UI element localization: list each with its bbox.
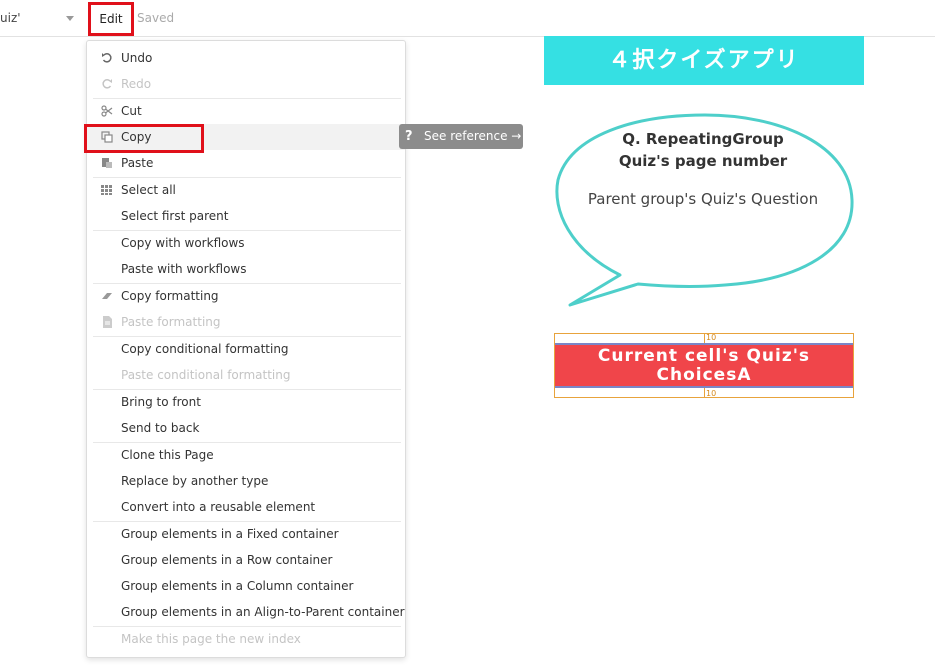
menu-item-group-column[interactable]: Group elements in a Column container	[87, 573, 405, 599]
grid-icon	[101, 185, 112, 195]
menu-item-paste-formatting: Paste formatting	[87, 309, 405, 335]
scissors-icon	[101, 105, 113, 117]
menu-item-undo[interactable]: Undo	[87, 45, 405, 71]
menu-item-group-row[interactable]: Group elements in a Row container	[87, 547, 405, 573]
page-selector[interactable]: uiz'	[0, 0, 84, 36]
app-title-banner[interactable]: ４択クイズアプリ	[544, 36, 864, 85]
copy-highlight-box	[84, 124, 204, 153]
menu-item-replace-type[interactable]: Replace by another type	[87, 468, 405, 494]
top-toolbar: uiz' Edit Saved	[0, 0, 935, 37]
menu-item-cut[interactable]: Cut	[87, 98, 405, 124]
paste-icon	[102, 158, 112, 168]
chevron-down-icon	[66, 16, 74, 21]
padding-bottom-label: 10	[706, 389, 717, 398]
menu-item-paste[interactable]: Paste	[87, 150, 405, 176]
menu-item-group-align-parent[interactable]: Group elements in an Align-to-Parent con…	[87, 599, 405, 625]
menu-item-clone-page[interactable]: Clone this Page	[87, 442, 405, 468]
padding-guide-top	[704, 334, 705, 343]
padding-top-label: 10	[706, 333, 717, 342]
question-number-text[interactable]: Q. RepeatingGroup Quiz's page number	[560, 128, 846, 172]
padding-guide-bottom	[704, 388, 705, 397]
help-icon: ?	[405, 129, 413, 144]
menu-item-send-to-back[interactable]: Send to back	[87, 415, 405, 441]
menu-item-group-fixed[interactable]: Group elements in a Fixed container	[87, 521, 405, 547]
saved-status: Saved	[137, 11, 175, 25]
see-reference-tooltip[interactable]: ? See reference →	[399, 124, 523, 149]
edit-menu-button[interactable]: Edit	[88, 2, 134, 36]
menu-item-copy-with-workflows[interactable]: Copy with workflows	[87, 230, 405, 256]
menu-item-copy-conditional-formatting[interactable]: Copy conditional formatting	[87, 336, 405, 362]
document-icon	[103, 316, 112, 328]
menu-item-redo: Redo	[87, 71, 405, 97]
page-selector-value: uiz'	[0, 11, 21, 25]
eraser-icon	[102, 293, 112, 299]
menu-item-bring-to-front[interactable]: Bring to front	[87, 389, 405, 415]
menu-item-make-index: Make this page the new index	[121, 632, 301, 646]
menu-item-paste-with-workflows[interactable]: Paste with workflows	[87, 256, 405, 282]
question-text[interactable]: Parent group's Quiz's Question	[560, 188, 846, 210]
undo-icon	[102, 53, 112, 63]
redo-icon	[102, 79, 112, 89]
menu-item-paste-conditional-formatting: Paste conditional formatting	[121, 368, 291, 382]
choice-a-button[interactable]: Current cell's Quiz's ChoicesA	[555, 343, 853, 388]
menu-item-select-first-parent[interactable]: Select first parent	[87, 203, 405, 229]
menu-item-select-all[interactable]: Select all	[87, 177, 405, 203]
menu-item-convert-reusable[interactable]: Convert into a reusable element	[87, 494, 405, 520]
see-reference-label: See reference →	[424, 129, 522, 143]
menu-item-copy-formatting[interactable]: Copy formatting	[87, 283, 405, 309]
